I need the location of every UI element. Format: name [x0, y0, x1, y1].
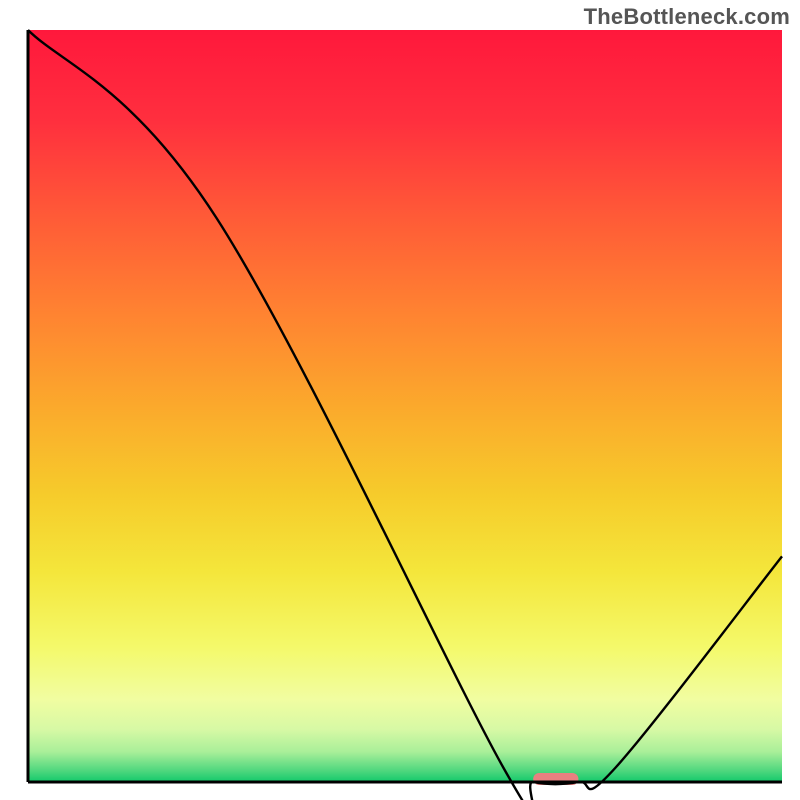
- plot-background: [28, 30, 782, 782]
- bottleneck-chart: [0, 0, 800, 800]
- chart-container: TheBottleneck.com: [0, 0, 800, 800]
- watermark-text: TheBottleneck.com: [584, 4, 790, 30]
